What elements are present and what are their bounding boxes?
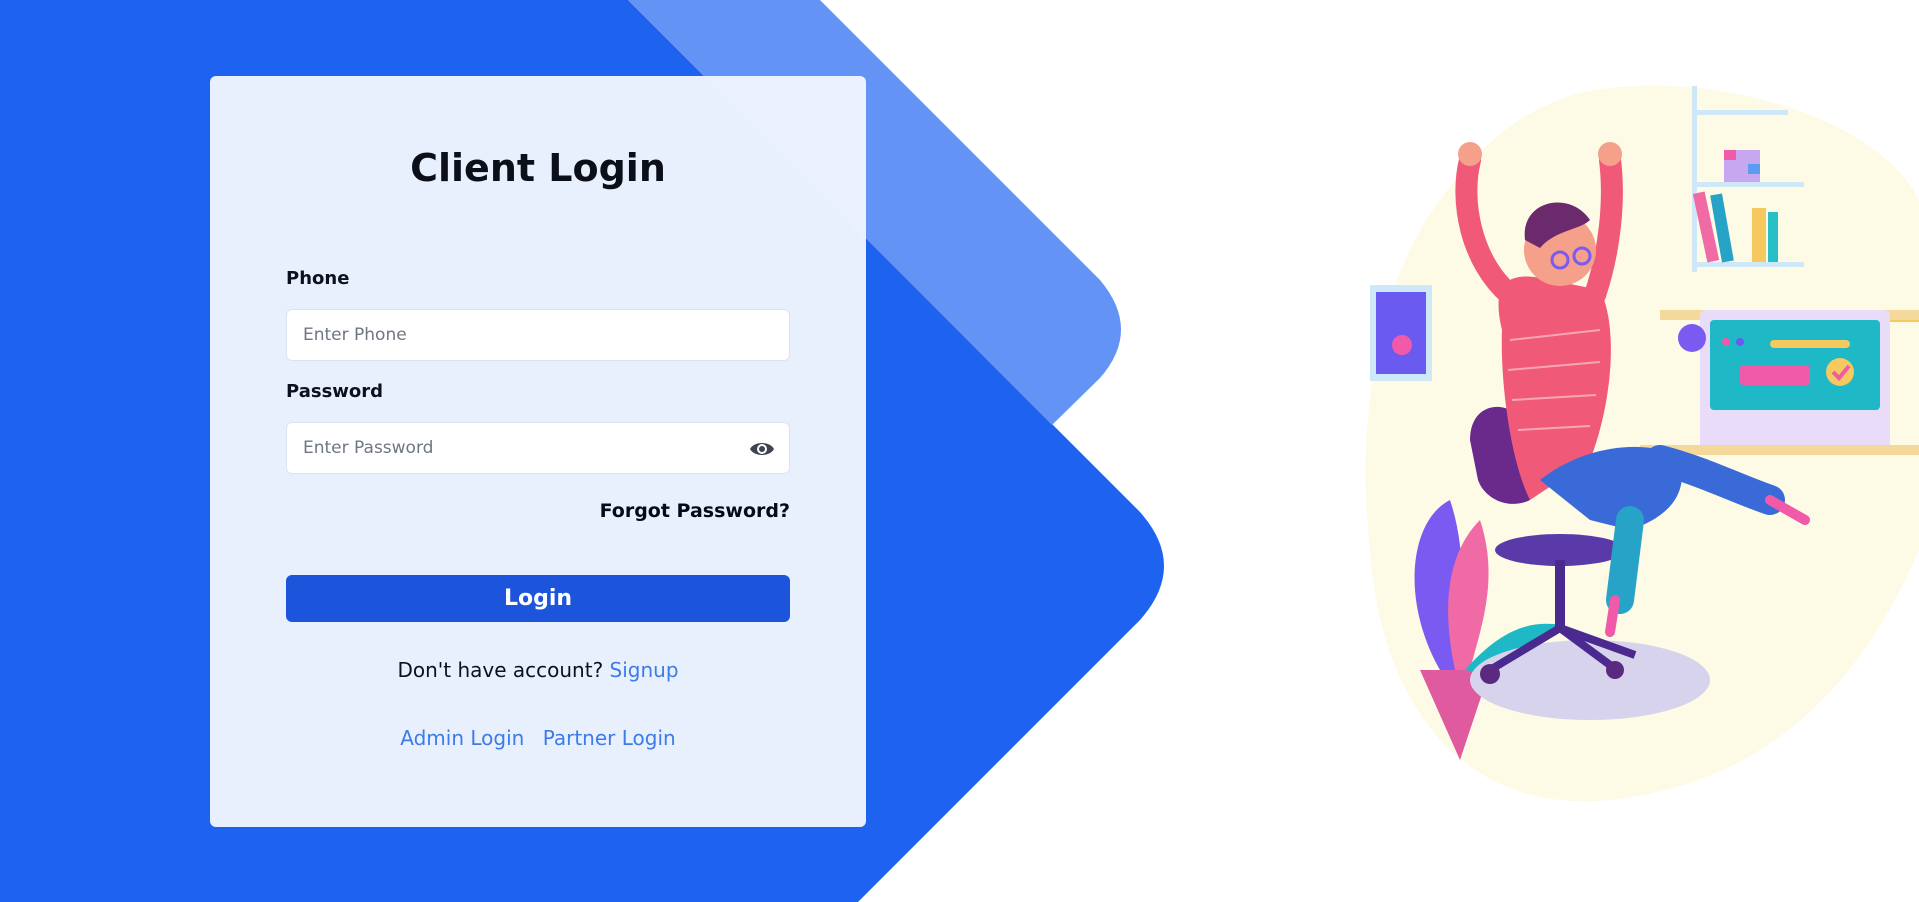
login-button[interactable]: Login <box>286 575 790 622</box>
alternate-login-links: Admin Login Partner Login <box>210 726 866 750</box>
partner-login-link[interactable]: Partner Login <box>543 726 676 750</box>
phone-field-container <box>286 309 790 361</box>
phone-input[interactable] <box>287 310 789 360</box>
login-card: Client Login Phone Password Forgot Passw… <box>210 76 866 827</box>
login-page: Client Login Phone Password Forgot Passw… <box>0 0 1919 902</box>
phone-label: Phone <box>286 268 350 289</box>
page-title: Client Login <box>410 146 666 190</box>
admin-login-link[interactable]: Admin Login <box>400 726 524 750</box>
happy-person-at-desk-illustration <box>1365 85 1919 802</box>
password-input[interactable] <box>287 423 789 473</box>
signup-row: Don't have account? Signup <box>210 658 866 682</box>
forgot-password-link[interactable]: Forgot Password? <box>600 500 790 522</box>
password-label: Password <box>286 381 384 402</box>
password-field-container <box>286 422 790 474</box>
eye-icon[interactable] <box>749 437 775 461</box>
signup-link[interactable]: Signup <box>610 658 679 682</box>
signup-prompt: Don't have account? <box>397 658 604 682</box>
